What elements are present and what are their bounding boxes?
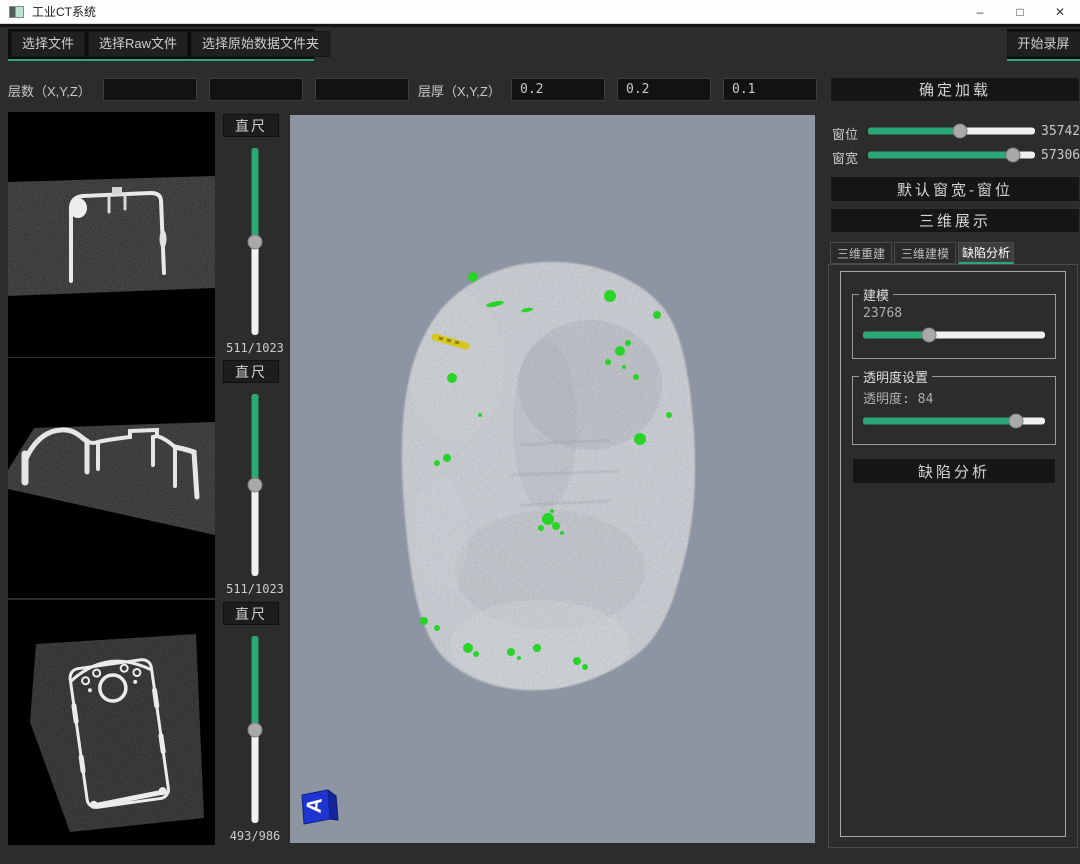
slice-slider-bottom[interactable] bbox=[248, 636, 262, 823]
ct-slice-view-top[interactable] bbox=[8, 112, 215, 357]
slider-handle[interactable] bbox=[952, 123, 967, 138]
record-toolbar: 开始录屏 bbox=[1007, 29, 1080, 61]
tab-3d-reconstruction[interactable]: 三维重建 bbox=[830, 242, 892, 264]
select-file-button[interactable]: 选择文件 bbox=[11, 31, 85, 57]
ct-slice-view-middle[interactable] bbox=[8, 358, 215, 598]
slider-handle[interactable] bbox=[248, 722, 263, 737]
transparency-group: 透明度设置 透明度: 84 bbox=[852, 367, 1056, 445]
show-3d-button[interactable]: 三维展示 bbox=[830, 208, 1080, 233]
slider-handle[interactable] bbox=[248, 478, 263, 493]
ct-slice-bottom-image bbox=[8, 600, 215, 845]
modeling-group: 建模 23768 bbox=[852, 285, 1056, 359]
slider-fill bbox=[252, 148, 259, 242]
slider-handle[interactable] bbox=[1008, 413, 1023, 428]
layer-thickness-x-input[interactable] bbox=[511, 78, 605, 101]
transparency-group-title: 透明度设置 bbox=[859, 367, 932, 386]
transparency-value: 透明度: 84 bbox=[863, 388, 1055, 407]
select-folder-button[interactable]: 选择原始数据文件夹 bbox=[191, 31, 330, 57]
window-width-value: 57306 bbox=[1041, 148, 1080, 163]
volume-render bbox=[290, 115, 815, 843]
slider-fill bbox=[863, 331, 929, 338]
start-record-button[interactable]: 开始录屏 bbox=[1007, 31, 1080, 57]
slice-slider-top[interactable] bbox=[248, 148, 262, 335]
slider-handle[interactable] bbox=[248, 234, 263, 249]
slider-fill bbox=[252, 636, 259, 730]
defect-analysis-button[interactable]: 缺陷分析 bbox=[852, 458, 1056, 484]
window-width-label: 窗宽 bbox=[832, 148, 858, 167]
layer-count-x-input[interactable] bbox=[103, 78, 197, 101]
tab-3d-modeling[interactable]: 三维建模 bbox=[894, 242, 956, 264]
slider-fill bbox=[863, 417, 1016, 424]
ct-slice-middle-image bbox=[8, 358, 215, 598]
window-width-slider[interactable] bbox=[868, 147, 1035, 162]
window-level-label: 窗位 bbox=[832, 124, 858, 143]
slider-fill bbox=[252, 394, 259, 485]
ct-slice-top-image bbox=[8, 112, 215, 357]
window-level-slider[interactable] bbox=[868, 123, 1035, 138]
window-level-value: 35742 bbox=[1041, 124, 1080, 139]
tab-defect-analysis[interactable]: 缺陷分析 bbox=[958, 242, 1014, 264]
viewport-3d[interactable]: A bbox=[290, 115, 815, 843]
app-icon bbox=[9, 6, 24, 18]
slice-bottom-controls: 直尺 493/986 bbox=[218, 600, 292, 845]
modeling-slider[interactable] bbox=[863, 327, 1045, 342]
layer-count-z-input[interactable] bbox=[315, 78, 409, 101]
slider-fill bbox=[868, 127, 960, 134]
slice-position-top: 511/1023 bbox=[218, 341, 292, 355]
ct-slice-view-bottom[interactable] bbox=[8, 600, 215, 845]
slider-handle[interactable] bbox=[1006, 147, 1021, 162]
confirm-load-button[interactable]: 确定加载 bbox=[830, 77, 1080, 102]
ruler-button-bottom[interactable]: 直尺 bbox=[223, 602, 279, 625]
slice-top-controls: 直尺 511/1023 bbox=[218, 112, 292, 357]
minimize-button[interactable]: – bbox=[960, 0, 1000, 23]
window-title: 工业CT系统 bbox=[32, 3, 96, 20]
title-bar: 工业CT系统 – □ ✕ bbox=[0, 0, 1080, 24]
layer-thickness-y-input[interactable] bbox=[617, 78, 711, 101]
slider-fill bbox=[868, 151, 1013, 158]
ruler-button-middle[interactable]: 直尺 bbox=[223, 360, 279, 383]
layer-thickness-label: 层厚（X,Y,Z） bbox=[418, 81, 501, 100]
modeling-group-title: 建模 bbox=[859, 285, 893, 304]
modeling-value: 23768 bbox=[863, 306, 1055, 321]
layer-count-y-input[interactable] bbox=[209, 78, 303, 101]
slice-middle-controls: 直尺 511/1023 bbox=[218, 358, 292, 598]
slice-position-bottom: 493/986 bbox=[218, 829, 292, 843]
titlebar-divider bbox=[0, 24, 1080, 27]
layer-count-label: 层数（X,Y,Z） bbox=[8, 81, 91, 100]
close-button[interactable]: ✕ bbox=[1040, 0, 1080, 23]
select-raw-button[interactable]: 选择Raw文件 bbox=[88, 31, 188, 57]
transparency-slider[interactable] bbox=[863, 413, 1045, 428]
maximize-button[interactable]: □ bbox=[1000, 0, 1040, 23]
orientation-cube[interactable]: A bbox=[296, 785, 340, 831]
ruler-button-top[interactable]: 直尺 bbox=[223, 114, 279, 137]
layer-thickness-z-input[interactable] bbox=[723, 78, 817, 101]
slider-handle[interactable] bbox=[921, 327, 936, 342]
cube-face-letter: A bbox=[303, 797, 327, 814]
default-window-button[interactable]: 默认窗宽-窗位 bbox=[830, 176, 1080, 202]
slice-position-middle: 511/1023 bbox=[218, 582, 292, 596]
app-window: 工业CT系统 – □ ✕ 选择文件 选择Raw文件 选择原始数据文件夹 开始录屏… bbox=[0, 0, 1080, 864]
file-toolbar: 选择文件 选择Raw文件 选择原始数据文件夹 bbox=[8, 29, 314, 61]
slice-slider-middle[interactable] bbox=[248, 394, 262, 576]
